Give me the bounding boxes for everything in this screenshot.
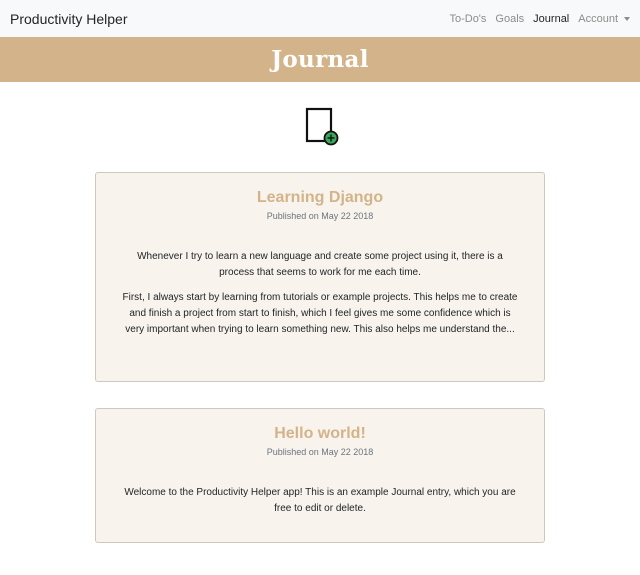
top-navbar: Productivity Helper To-Do's Goals Journa… bbox=[0, 0, 640, 37]
entry-excerpt: Whenever I try to learn a new language a… bbox=[122, 249, 518, 338]
nav-link-journal[interactable]: Journal bbox=[533, 13, 569, 25]
brand-link[interactable]: Productivity Helper bbox=[10, 11, 128, 27]
nav-link-todos[interactable]: To-Do's bbox=[449, 13, 486, 25]
entry-excerpt: Welcome to the Productivity Helper app! … bbox=[122, 485, 518, 517]
entry-title-link[interactable]: Hello world! bbox=[122, 425, 518, 443]
nav-links: To-Do's Goals Journal Account bbox=[449, 13, 630, 25]
entry-paragraph: First, I always start by learning from t… bbox=[122, 292, 518, 335]
entry-title-link[interactable]: Learning Django bbox=[122, 189, 518, 207]
page-banner: Journal bbox=[0, 37, 640, 82]
account-dropdown[interactable]: Account bbox=[578, 13, 630, 25]
entry-paragraph: Welcome to the Productivity Helper app! … bbox=[124, 487, 516, 514]
caret-down-icon bbox=[624, 16, 630, 21]
new-document-icon bbox=[305, 107, 339, 146]
entry-published-date: Published on May 22 2018 bbox=[266, 447, 374, 457]
entry-published-date: Published on May 22 2018 bbox=[266, 211, 374, 221]
journal-entry-card: Learning Django Published on May 22 2018… bbox=[95, 172, 545, 382]
entry-paragraph: Whenever I try to learn a new language a… bbox=[137, 251, 503, 278]
account-label: Account bbox=[578, 12, 618, 25]
page-title: Journal bbox=[271, 46, 369, 73]
nav-link-goals[interactable]: Goals bbox=[495, 13, 524, 25]
journal-entry-card: Hello world! Published on May 22 2018 We… bbox=[95, 408, 545, 543]
new-entry-button[interactable] bbox=[305, 107, 341, 147]
